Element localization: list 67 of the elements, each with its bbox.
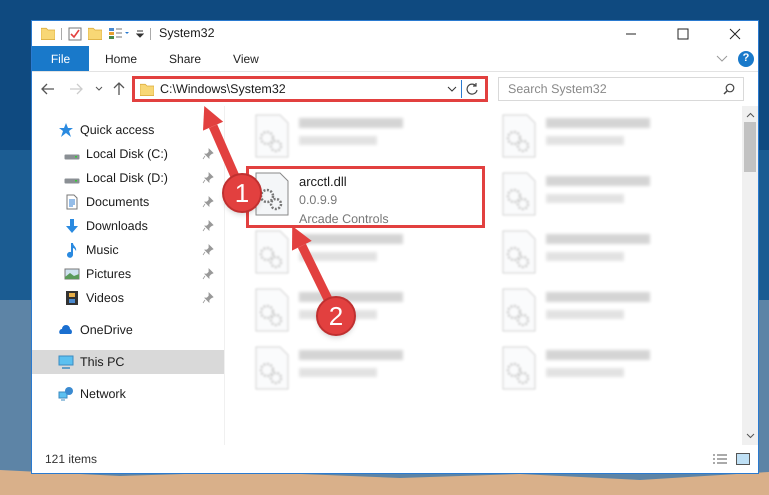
pin-icon[interactable] — [202, 244, 214, 256]
nav-item[interactable]: OneDrive — [32, 318, 133, 342]
nav-item[interactable]: Local Disk (C:) — [32, 142, 168, 166]
file-detail: Arcade Controls — [299, 211, 389, 228]
window-title: System32 — [159, 25, 215, 42]
search-icon[interactable] — [723, 83, 735, 95]
gear-file-icon — [502, 114, 536, 158]
star-icon — [58, 122, 74, 138]
details-view-icon[interactable] — [712, 453, 728, 465]
document-icon — [64, 194, 80, 210]
search-field[interactable]: Search System32 — [498, 77, 744, 101]
drive-icon — [64, 178, 80, 184]
nav-item[interactable]: Documents — [32, 190, 150, 214]
gear-file-icon — [255, 346, 289, 390]
address-path: C:\Windows\System32 — [160, 80, 287, 98]
nav-item[interactable]: Pictures — [32, 262, 132, 286]
dropdown-icon[interactable] — [136, 30, 144, 38]
chevron-down-icon[interactable] — [95, 86, 103, 92]
nav-item[interactable]: Videos — [32, 286, 124, 310]
file-name: arcctl.dll — [299, 173, 348, 191]
gear-file-icon — [255, 288, 289, 332]
folder-icon — [140, 82, 154, 96]
scrollbar-thumb[interactable] — [744, 122, 756, 172]
film-strip-icon — [64, 290, 80, 306]
chevron-down-icon[interactable] — [447, 86, 457, 92]
nav-item[interactable]: Downloads — [32, 214, 148, 238]
gear-file-icon — [502, 346, 536, 390]
properties-icon[interactable] — [68, 26, 82, 40]
drive-icon — [64, 154, 80, 160]
back-arrow-icon[interactable] — [41, 83, 55, 95]
gear-file-icon — [255, 230, 289, 274]
gear-file-icon — [255, 114, 289, 158]
gear-file-icon — [502, 288, 536, 332]
ribbon-tab[interactable]: Home — [89, 46, 154, 71]
tiles-view-icon[interactable] — [736, 453, 750, 465]
up-arrow-icon[interactable] — [113, 82, 125, 96]
new-folder-icon — [88, 27, 102, 40]
pin-icon[interactable] — [202, 220, 214, 232]
nav-item[interactable]: Music — [32, 238, 119, 262]
ribbon-tab[interactable]: Share — [153, 46, 218, 71]
pin-icon[interactable] — [202, 148, 214, 160]
ribbon-tab[interactable]: View — [217, 46, 275, 71]
address-bar[interactable]: C:\Windows\System32 — [132, 76, 488, 102]
pin-icon[interactable] — [202, 196, 214, 208]
chevron-up-icon[interactable] — [746, 112, 754, 118]
refresh-icon[interactable] — [466, 82, 479, 96]
nav-item[interactable]: Network — [32, 382, 126, 406]
nav-item[interactable]: Quick access — [32, 118, 154, 142]
network-icon — [58, 386, 74, 402]
pin-icon[interactable] — [202, 268, 214, 280]
monitor-icon — [58, 354, 74, 370]
download-arrow-icon — [64, 218, 80, 234]
pin-icon[interactable] — [202, 292, 214, 304]
gear-file-icon — [502, 172, 536, 216]
file-detail: 0.0.9.9 — [299, 192, 338, 209]
ribbon-tab[interactable]: File — [32, 46, 89, 71]
scrollbar[interactable] — [742, 106, 758, 445]
gear-file-icon — [255, 172, 289, 216]
landscape-picture-icon — [64, 266, 80, 282]
layout-icon[interactable] — [108, 27, 130, 40]
pin-icon[interactable] — [202, 172, 214, 184]
nav-item[interactable]: Local Disk (D:) — [32, 166, 168, 190]
chevron-down-icon[interactable] — [746, 433, 754, 439]
item-count: 121 items — [45, 451, 98, 468]
gear-file-icon — [502, 230, 536, 274]
help-button[interactable]: ? — [738, 50, 754, 66]
folder-icon — [41, 27, 55, 40]
